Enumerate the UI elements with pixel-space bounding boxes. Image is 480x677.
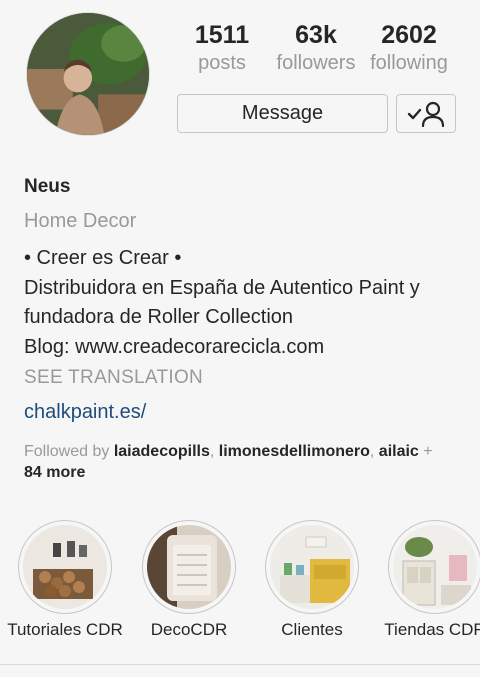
followed-by-text[interactable]: Followed by laiadecopills, limonesdellim… [24,441,464,483]
followed-by-user: limonesdellimonero [218,443,370,460]
posts-label: posts [198,52,246,74]
highlight-decocdr[interactable]: DecoCDR [127,520,251,640]
highlight-label: Clientes [281,620,343,639]
highlight-cover [393,525,477,609]
followers-stat[interactable]: 63k followers [270,22,362,78]
followers-count: 63k [295,21,337,49]
bio-line: fundadora de Roller Collection [24,306,294,328]
following-count: 2602 [381,21,437,49]
profile-avatar[interactable] [26,12,150,136]
highlight-cover [270,525,354,609]
message-button[interactable]: Message [177,94,388,133]
posts-count: 1511 [194,21,250,49]
highlight-cover [23,525,107,609]
following-check-icon [407,101,445,127]
bio-line: • Creer es Crear • [24,247,182,269]
followed-by-user: laiadecopills [113,443,210,460]
followed-by-prefix: Followed by [24,443,114,460]
highlight-label: Tiendas CDR [384,620,480,639]
highlight-clientes[interactable]: Clientes [250,520,374,640]
highlight-label: Tutoriales CDR [7,620,123,639]
website-link[interactable]: chalkpaint.es/ [24,401,146,424]
see-translation-link[interactable]: SEE TRANSLATION [24,367,203,389]
profile-name: Neus [24,176,71,197]
following-stat[interactable]: 2602 following [364,22,454,78]
section-divider [0,664,480,665]
followers-label: followers [276,52,356,74]
following-label: following [370,52,448,74]
profile-bio: • Creer es Crear • Distribuidora en Espa… [24,244,420,362]
highlight-label: DecoCDR [150,620,228,639]
bio-line: Distribuidora en España de Autentico Pai… [24,276,420,299]
followed-by-user: ailaic [378,443,419,460]
highlight-tiendas[interactable]: Tiendas CDR [373,520,480,640]
profile-category: Home Decor [24,210,137,232]
following-button[interactable] [396,94,456,133]
followed-by-more: 84 more [24,464,86,481]
bio-line: Blog: www.creadecorarecicla.com [24,335,325,358]
highlight-tutoriales[interactable]: Tutoriales CDR [3,520,127,640]
highlight-cover [147,525,231,609]
